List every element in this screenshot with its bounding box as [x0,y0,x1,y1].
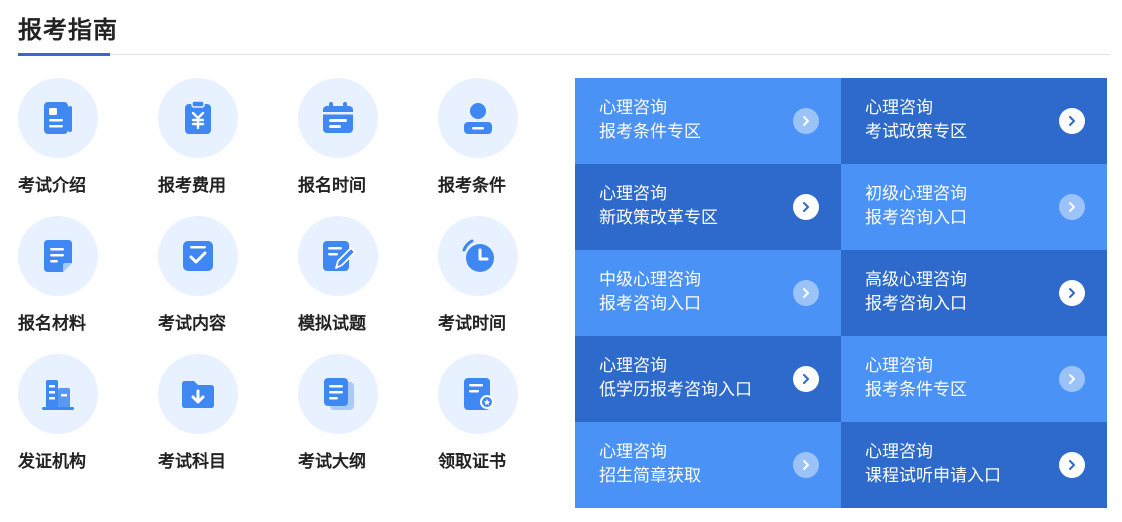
link-tile[interactable]: 高级心理咨询 报考咨询入口 [841,250,1107,336]
document-icon [18,78,98,158]
chevron-right-icon[interactable] [1059,366,1085,392]
guide-item-syllabus[interactable]: 考试大纲 [298,354,398,484]
guide-item-label: 考试科目 [158,452,226,472]
link-tile[interactable]: 心理咨询 报考条件专区 [575,78,841,164]
guide-item-signup-time[interactable]: 报名时间 [298,78,398,208]
guide-item-exam-intro[interactable]: 考试介绍 [18,78,118,208]
guide-item-label: 考试时间 [438,314,506,334]
folder-download-icon [158,354,238,434]
guide-item-exam-time[interactable]: 考试时间 [438,216,538,346]
guide-item-label: 模拟试题 [298,314,366,334]
guide-item-label: 报考条件 [438,176,506,196]
link-tile[interactable]: 心理咨询 考试政策专区 [841,78,1107,164]
edit-icon [298,216,378,296]
link-tile[interactable]: 中级心理咨询 报考咨询入口 [575,250,841,336]
link-tiles-panel: 心理咨询 报考条件专区 心理咨询 考试政策专区 心理咨询 新政策改革专区 初级心… [575,78,1107,508]
certificate-icon [438,354,518,434]
clock-icon [438,216,518,296]
chevron-right-icon[interactable] [1059,108,1085,134]
guide-item-label: 报考费用 [158,176,226,196]
guide-item-label: 考试内容 [158,314,226,334]
chevron-right-icon[interactable] [793,108,819,134]
link-tile[interactable]: 心理咨询 低学历报考咨询入口 [575,336,841,422]
guide-item-content[interactable]: 考试内容 [158,216,258,346]
building-icon [18,354,98,434]
docs-icon [298,354,378,434]
guide-item-mock-questions[interactable]: 模拟试题 [298,216,398,346]
link-tile[interactable]: 心理咨询 招生简章获取 [575,422,841,508]
section-title: 报考指南 [18,16,118,44]
guide-item-label: 考试介绍 [18,176,86,196]
section-header: 报考指南 [18,10,1110,56]
guide-item-issuing-authority[interactable]: 发证机构 [18,354,118,484]
user-badge-icon [438,78,518,158]
link-tile[interactable]: 心理咨询 课程试听申请入口 [841,422,1107,508]
chevron-right-icon[interactable] [793,366,819,392]
file-icon [18,216,98,296]
guide-item-label: 发证机构 [18,452,86,472]
checklist-icon [158,216,238,296]
chevron-right-icon[interactable] [1059,194,1085,220]
guide-item-label: 报名时间 [298,176,366,196]
guide-item-label: 领取证书 [438,452,506,472]
fee-icon [158,78,238,158]
guide-item-materials[interactable]: 报名材料 [18,216,118,346]
guide-item-certificate[interactable]: 领取证书 [438,354,538,484]
guide-item-conditions[interactable]: 报考条件 [438,78,538,208]
guide-item-subjects[interactable]: 考试科目 [158,354,258,484]
guide-grid: 考试介绍 报考费用 报名时间 报考条件 报名材料 考试内容 模拟试题 考试时间 … [18,78,538,508]
chevron-right-icon[interactable] [1059,280,1085,306]
guide-item-fee[interactable]: 报考费用 [158,78,258,208]
chevron-right-icon[interactable] [793,452,819,478]
title-underline [18,53,110,56]
link-tile[interactable]: 初级心理咨询 报考咨询入口 [841,164,1107,250]
chevron-right-icon[interactable] [1059,452,1085,478]
chevron-right-icon[interactable] [793,280,819,306]
link-tile[interactable]: 心理咨询 报考条件专区 [841,336,1107,422]
link-tile[interactable]: 心理咨询 新政策改革专区 [575,164,841,250]
guide-item-label: 报名材料 [18,314,86,334]
chevron-right-icon[interactable] [793,194,819,220]
guide-item-label: 考试大纲 [298,452,366,472]
calendar-icon [298,78,378,158]
